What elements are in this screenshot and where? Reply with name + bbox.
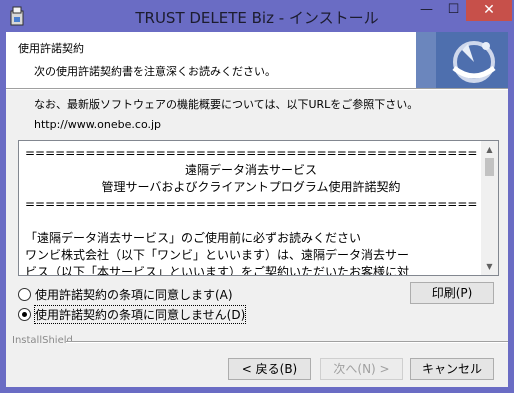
- license-line: 「遠隔データ消去サービス」のご使用前に必ずお読みください: [25, 231, 362, 245]
- license-line: [25, 213, 477, 230]
- installshield-brand: InstallShield: [12, 335, 73, 346]
- title-bar[interactable]: TRUST DELETE Biz - インストール — ☐ ✕: [0, 0, 514, 32]
- page-title: 使用許諾契約: [18, 42, 84, 55]
- info-url: http://www.onebe.co.jp: [34, 118, 162, 131]
- header-divider: [6, 88, 508, 90]
- license-line: 管理サーバおよびクライアントプログラム使用許諾契約: [101, 180, 401, 194]
- dialog-client: 使用許諾契約 次の使用許諾契約書を注意深くお読みください。 なお、最新版ソフトウ…: [6, 32, 508, 387]
- license-line: 遠隔データ消去サービス: [184, 163, 317, 177]
- maximize-button[interactable]: ☐: [440, 0, 467, 21]
- license-scrollbar[interactable]: ▲ ▼: [481, 141, 498, 275]
- scroll-down-icon[interactable]: ▼: [481, 258, 498, 275]
- license-content: ========================================…: [19, 141, 481, 275]
- next-button[interactable]: 次へ(N) >: [320, 358, 403, 380]
- installshield-logo: [416, 32, 508, 88]
- header-panel: 使用許諾契約 次の使用許諾契約書を注意深くお読みください。: [6, 32, 508, 88]
- license-line: ========================================…: [25, 197, 477, 211]
- minimize-button[interactable]: —: [413, 0, 440, 21]
- close-button[interactable]: ✕: [466, 0, 512, 21]
- accept-label[interactable]: 使用許諾契約の条項に同意します(A): [35, 286, 233, 303]
- license-line: ワンビ株式会社（以下「ワンビ」といいます）は、遠隔データ消去サー: [25, 248, 410, 262]
- scroll-up-icon[interactable]: ▲: [481, 141, 498, 158]
- installer-window: TRUST DELETE Biz - インストール — ☐ ✕ 使用許諾契約 次…: [0, 0, 514, 393]
- decline-option[interactable]: 使用許諾契約の条項に同意しません(D): [18, 305, 247, 324]
- cancel-button[interactable]: キャンセル: [410, 358, 494, 380]
- page-subtitle: 次の使用許諾契約書を注意深くお読みください。: [34, 65, 276, 78]
- accept-radio[interactable]: [18, 288, 31, 301]
- license-line: ビス（以下「本サービス」といいます）をご契約いただいたお客様に対: [25, 265, 410, 275]
- license-textbox[interactable]: ========================================…: [18, 140, 499, 276]
- accept-option[interactable]: 使用許諾契約の条項に同意します(A): [18, 286, 233, 303]
- notice-text: なお、最新版ソフトウェアの機能概要については、以下URLをご参照下さい。: [34, 98, 419, 111]
- decline-radio[interactable]: [18, 308, 31, 321]
- license-line: ========================================…: [25, 146, 477, 160]
- print-button[interactable]: 印刷(P): [410, 282, 494, 304]
- back-button[interactable]: < 戻る(B): [228, 358, 311, 380]
- decline-label[interactable]: 使用許諾契約の条項に同意しません(D): [33, 305, 247, 324]
- scroll-thumb[interactable]: [485, 158, 494, 176]
- footer-divider: [66, 341, 508, 343]
